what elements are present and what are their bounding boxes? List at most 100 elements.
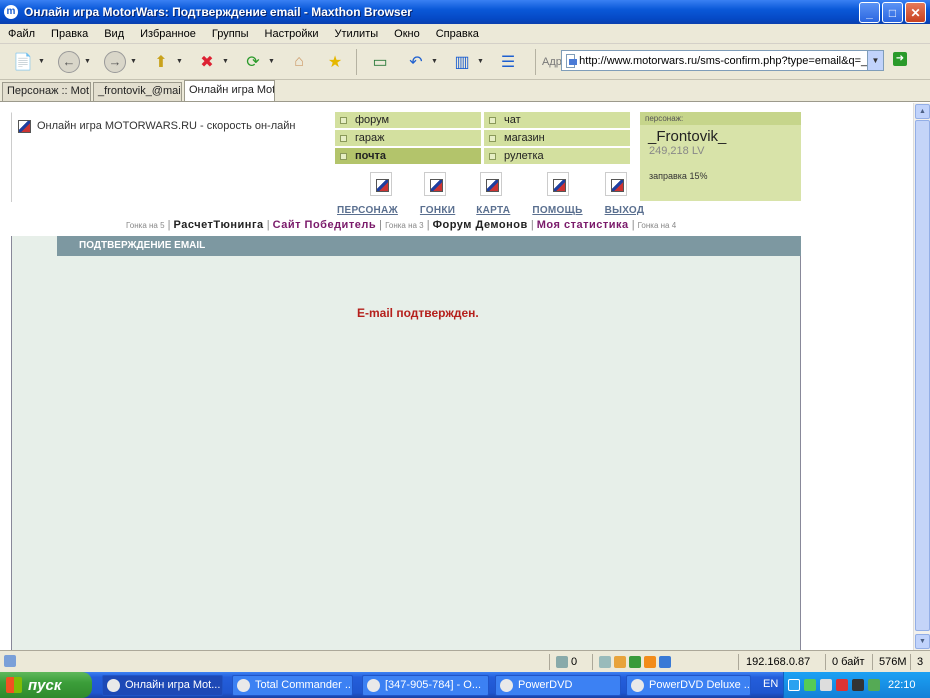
broken-image-icon[interactable] [547,172,569,196]
main-links: ПЕРСОНАЖ ГОНКИ КАРТА ПОМОЩЬ ВЫХОД [337,205,644,216]
tab-strip: Персонаж :: Mot... _frontovik_@mail.... … [0,80,930,102]
start-button[interactable]: пуск [0,672,92,698]
link-race5[interactable]: Гонка на 5 [126,221,165,230]
address-bar[interactable]: http://www.motorwars.ru/sms-confirm.php?… [561,50,884,71]
task-powerdvd-deluxe[interactable]: PowerDVD Deluxe ... [626,675,751,696]
tools-icon[interactable] [599,656,611,669]
back-button[interactable]: ← [56,49,82,75]
undo-close-icon[interactable]: ↶ [403,49,429,75]
nav-shop[interactable]: магазин [484,130,630,146]
character-level: 249,218 LV [649,145,705,157]
link-map[interactable]: КАРТА [476,205,510,216]
stop-icon[interactable]: ✖ [194,49,220,75]
new-dropdown-icon[interactable]: ▼ [38,58,46,65]
undo-dropdown-icon[interactable]: ▼ [431,58,439,65]
status-bar: 0 192.168.0.87 0 байт 576M 3 [0,650,930,672]
back-dropdown-icon[interactable]: ▼ [84,58,92,65]
tab-mail[interactable]: _frontovik_@mail.... [93,82,182,101]
forward-button[interactable]: → [102,49,128,75]
plugin-icon[interactable] [629,656,641,669]
task-maxthon[interactable]: Онлайн игра Mot... [102,675,223,696]
refresh-dropdown-icon[interactable]: ▼ [268,58,276,65]
stop-dropdown-icon[interactable]: ▼ [222,58,230,65]
up-arrow-icon[interactable]: ⬆ [148,49,174,75]
task-icq[interactable]: [347-905-784] - O... [362,675,489,696]
link-my-stats[interactable]: Моя статистика [537,219,629,231]
columns-dropdown-icon[interactable]: ▼ [477,58,485,65]
language-indicator[interactable]: EN [763,678,778,690]
address-dropdown-icon[interactable]: ▼ [867,51,883,70]
sun-icon[interactable] [644,656,656,669]
tab-switch-icon[interactable]: ▭ [367,49,393,75]
nav-garage[interactable]: гараж [335,130,481,146]
character-name[interactable]: _Frontovik_ [640,128,801,145]
site-logo[interactable]: Онлайн игра MOTORWARS.RU - скорость он-л… [11,112,318,202]
task-powerdvd[interactable]: PowerDVD [495,675,621,696]
tray-app-icon[interactable] [852,679,864,691]
broken-image-icon[interactable] [480,172,502,196]
status-icons[interactable] [592,654,684,670]
maximize-button[interactable]: □ [882,2,903,23]
minimize-button[interactable]: _ [859,2,880,23]
tray-maxthon-icon[interactable] [820,679,832,691]
address-url[interactable]: http://www.motorwars.ru/sms-confirm.php?… [579,55,883,67]
nav-forum[interactable]: форум [335,112,481,128]
scroll-thumb[interactable] [915,120,930,631]
tray-network-icon[interactable] [868,679,880,691]
menu-help[interactable]: Справка [428,28,487,40]
scroll-up-icon[interactable]: ▲ [915,104,930,119]
status-memory: 576M [872,654,910,670]
menu-groups[interactable]: Группы [204,28,257,40]
skin-icon[interactable] [614,656,626,669]
new-page-icon[interactable]: 📄 [10,49,36,75]
broken-image-icon[interactable] [605,172,627,196]
refresh-icon[interactable]: ⟳ [240,49,266,75]
sidebar-icon[interactable]: ☰ [495,49,521,75]
up-dropdown-icon[interactable]: ▼ [176,58,184,65]
link-race4[interactable]: Гонка на 4 [638,221,677,230]
close-button[interactable]: ✕ [905,2,926,23]
screen-icon[interactable] [659,656,671,669]
nav-chat[interactable]: чат [484,112,630,128]
character-panel: персонаж: _Frontovik_ 249,218 LV заправк… [640,112,801,201]
tray-arrow-icon[interactable] [788,679,800,691]
menu-window[interactable]: Окно [386,28,428,40]
tab-motorwars-active[interactable]: Онлайн игра Mot... [184,80,275,101]
menu-edit[interactable]: Правка [43,28,96,40]
nav-mail[interactable]: почта [335,148,481,164]
status-count: 0 [571,656,578,668]
confirmation-message: E-mail подтвержден. [357,306,479,320]
menu-file[interactable]: Файл [0,28,43,40]
link-exit[interactable]: ВЫХОД [605,205,645,216]
scroll-down-icon[interactable]: ▼ [915,634,930,649]
nav-roulette[interactable]: рулетка [484,148,630,164]
home-icon[interactable]: ⌂ [286,49,312,75]
windows-logo-icon [6,677,22,693]
task-total-commander[interactable]: Total Commander ... [232,675,353,696]
link-tuning-calc[interactable]: РасчетТюнинга [174,219,264,231]
section-title: ПОДТВЕРЖДЕНИЕ EMAIL [79,240,206,251]
vertical-scrollbar[interactable]: ▲ ▼ [913,103,930,650]
menu-settings[interactable]: Настройки [257,28,327,40]
link-winner-site[interactable]: Сайт Победитель [273,219,376,231]
status-popup-blocker[interactable]: 0 [549,654,591,670]
link-races[interactable]: ГОНКИ [420,205,455,216]
columns-icon[interactable]: ▥ [449,49,475,75]
tray-kaspersky-icon[interactable] [836,679,848,691]
link-race3[interactable]: Гонка на 3 [385,221,424,230]
tab-character[interactable]: Персонаж :: Mot... [2,82,91,101]
menu-utilities[interactable]: Утилиты [326,28,386,40]
menu-view[interactable]: Вид [96,28,132,40]
link-character[interactable]: ПЕРСОНАЖ [337,205,398,216]
favorites-star-icon[interactable]: ★ [322,49,348,75]
broken-image-icon[interactable] [370,172,392,196]
toolbar-separator [356,48,357,75]
forward-dropdown-icon[interactable]: ▼ [130,58,138,65]
link-demons-forum[interactable]: Форум Демонов [433,219,528,231]
go-button[interactable]: ➜ [893,52,907,66]
link-help[interactable]: ПОМОЩЬ [532,205,582,216]
tray-flower-icon[interactable] [804,679,816,691]
menu-favorites[interactable]: Избранное [132,28,204,40]
broken-image-icon[interactable] [424,172,446,196]
clock[interactable]: 22:10 [888,679,916,691]
